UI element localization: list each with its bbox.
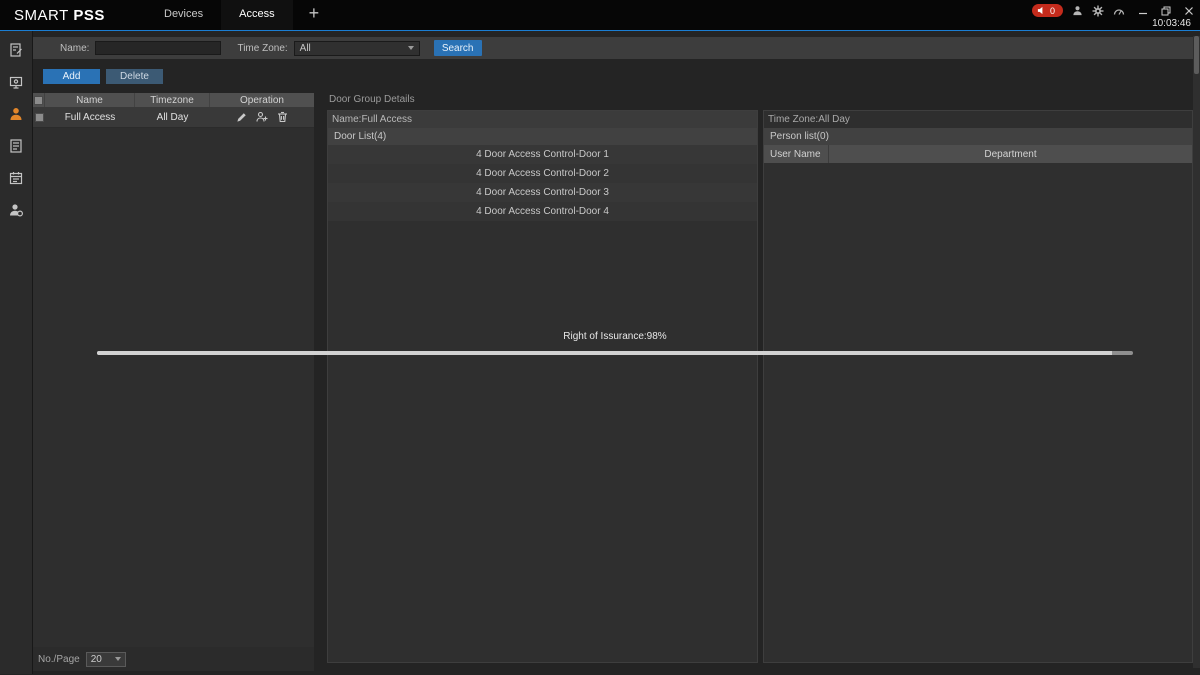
- column-operation: Operation: [210, 93, 314, 107]
- details-title: Door Group Details: [327, 93, 1193, 110]
- person-list-header: Person list(0): [764, 128, 1192, 145]
- column-department: Department: [829, 145, 1192, 163]
- door-list-item[interactable]: 4 Door Access Control-Door 3: [328, 183, 757, 202]
- select-all-checkbox[interactable]: [34, 96, 43, 105]
- new-tab-button[interactable]: +: [293, 0, 336, 30]
- group-table-header: Name Timezone Operation: [33, 93, 314, 107]
- chevron-down-icon: [408, 46, 414, 50]
- column-name: Name: [45, 93, 135, 107]
- device-icon[interactable]: [7, 73, 25, 91]
- filter-band: Name: Time Zone: All Search: [33, 37, 1193, 59]
- chevron-down-icon: [115, 657, 121, 661]
- row-checkbox[interactable]: [35, 113, 44, 122]
- assign-person-icon[interactable]: [256, 111, 268, 123]
- page-size-label: No./Page: [38, 654, 80, 665]
- person-list-panel: Time Zone:All Day Person list(0) User Na…: [763, 110, 1193, 663]
- page-size-value: 20: [91, 654, 102, 665]
- column-user-name: User Name: [764, 145, 829, 163]
- app-logo: SMART PSS: [0, 0, 120, 30]
- tab-bar: Devices Access +: [146, 0, 335, 30]
- mute-speaker-icon: [1037, 6, 1046, 15]
- table-row[interactable]: Full Access All Day: [33, 107, 314, 128]
- name-input[interactable]: [95, 41, 221, 55]
- progress-label: Right of Issurance:98%: [97, 331, 1133, 342]
- restore-icon[interactable]: [1161, 6, 1171, 16]
- pagination: No./Page 20: [33, 647, 314, 671]
- door-list-item[interactable]: 4 Door Access Control-Door 4: [328, 202, 757, 221]
- person-table-header: User Name Department: [764, 145, 1192, 163]
- log-icon[interactable]: [7, 41, 25, 59]
- schedule-icon[interactable]: [7, 169, 25, 187]
- add-button[interactable]: Add: [43, 69, 100, 84]
- door-list-item[interactable]: 4 Door Access Control-Door 1: [328, 145, 757, 164]
- close-icon[interactable]: [1184, 6, 1194, 16]
- door-group-details: Door Group Details Name:Full Access Door…: [327, 93, 1193, 671]
- settings-gear-icon[interactable]: [1092, 5, 1104, 17]
- clock: 10:03:46: [1152, 18, 1194, 29]
- row-timezone: All Day: [135, 107, 210, 127]
- dashboard-icon[interactable]: [1113, 5, 1125, 17]
- notification-badge[interactable]: 0: [1032, 4, 1063, 17]
- delete-trash-icon[interactable]: [277, 111, 288, 123]
- logo-smart: SMART: [14, 7, 69, 24]
- tab-devices[interactable]: Devices: [146, 0, 221, 30]
- door-list-panel: Name:Full Access Door List(4) 4 Door Acc…: [327, 110, 758, 663]
- content: Name: Time Zone: All Search Add Delete N…: [33, 31, 1200, 674]
- sidebar: [0, 31, 33, 674]
- door-list: 4 Door Access Control-Door 1 4 Door Acce…: [328, 145, 757, 221]
- panels: Name Timezone Operation Full Access All …: [33, 93, 1200, 671]
- edit-pencil-icon[interactable]: [236, 112, 247, 123]
- door-list-item[interactable]: 4 Door Access Control-Door 2: [328, 164, 757, 183]
- group-name-line: Name:Full Access: [328, 111, 757, 128]
- column-timezone: Timezone: [135, 93, 210, 107]
- logo-pss: PSS: [69, 7, 105, 24]
- timezone-label: Time Zone:: [237, 43, 287, 54]
- user-icon[interactable]: [7, 105, 25, 123]
- main-area: Name: Time Zone: All Search Add Delete N…: [0, 31, 1200, 674]
- titlebar-right: 0 10:03:46: [1032, 0, 1200, 30]
- notification-count: 0: [1050, 6, 1055, 16]
- progress-bar: [97, 351, 1133, 355]
- timezone-line: Time Zone:All Day: [764, 111, 1192, 128]
- row-name: Full Access: [45, 107, 135, 127]
- account-config-icon[interactable]: [7, 201, 25, 219]
- name-label: Name:: [60, 43, 89, 54]
- report-icon[interactable]: [7, 137, 25, 155]
- timezone-select[interactable]: All: [294, 41, 420, 56]
- group-table-body: [33, 128, 314, 647]
- titlebar: SMART PSS Devices Access + 0: [0, 0, 1200, 31]
- search-button[interactable]: Search: [434, 40, 482, 56]
- delete-button[interactable]: Delete: [106, 69, 163, 84]
- tab-access[interactable]: Access: [221, 0, 292, 30]
- person-table-body: [764, 163, 1192, 662]
- scrollbar-thumb[interactable]: [1194, 36, 1199, 74]
- vertical-scrollbar[interactable]: [1193, 36, 1200, 668]
- progress-fill: [97, 351, 1112, 355]
- door-list-header: Door List(4): [328, 128, 757, 145]
- minimize-icon[interactable]: [1138, 6, 1148, 16]
- group-table-panel: Name Timezone Operation Full Access All …: [33, 93, 314, 671]
- page-size-select[interactable]: 20: [86, 652, 126, 667]
- user-icon[interactable]: [1072, 5, 1083, 16]
- timezone-value: All: [300, 43, 311, 54]
- toolbar: Add Delete: [43, 69, 1200, 84]
- rights-progress: Right of Issurance:98%: [97, 331, 1133, 355]
